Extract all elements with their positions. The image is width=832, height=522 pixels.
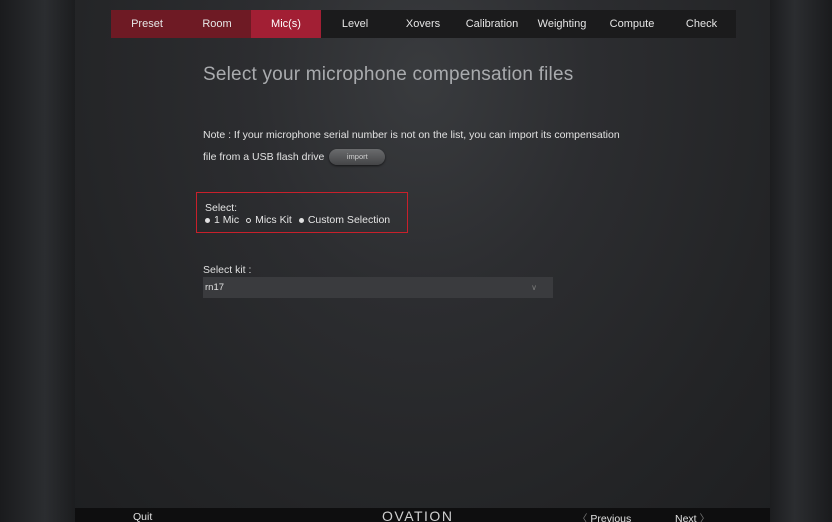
- radio-dot-icon: [246, 218, 252, 223]
- mic-mode-radio-group: 1 Mic Mics Kit Custom Selection: [205, 214, 407, 227]
- chevron-down-icon: ∨: [531, 283, 537, 292]
- note-line-1: Note : If your microphone serial number …: [203, 129, 620, 141]
- select-label: Select:: [205, 202, 238, 214]
- previous-label: Previous: [590, 513, 632, 522]
- quit-button[interactable]: Quit: [133, 511, 152, 522]
- tab-label: Preset: [131, 18, 163, 30]
- tab-check[interactable]: Check: [667, 10, 736, 38]
- note-line-2: file from a USB flash drive import: [203, 146, 673, 168]
- tab-label: Xovers: [405, 18, 441, 30]
- radio-custom-selection[interactable]: Custom Selection: [298, 214, 391, 227]
- tab-label: Check: [685, 18, 718, 30]
- radio-dot-icon: [298, 218, 304, 223]
- import-button[interactable]: import: [329, 149, 386, 166]
- radio-label: 1 Mic: [214, 214, 240, 226]
- main-panel: Preset Room Mic(s) Level Xovers Calibrat…: [75, 0, 770, 522]
- tab-weighting[interactable]: Weighting: [527, 10, 597, 38]
- tab-xovers[interactable]: Xovers: [389, 10, 457, 38]
- tab-label: Level: [341, 18, 369, 30]
- next-label: Next: [675, 513, 697, 522]
- kit-dropdown-value: rn17: [205, 282, 225, 293]
- mic-mode-selection: Select: 1 Mic Mics Kit Custom Selection: [196, 192, 408, 233]
- tab-calibration[interactable]: Calibration: [457, 10, 527, 38]
- radio-label: Mics Kit: [255, 214, 292, 226]
- tab-preset[interactable]: Preset: [111, 10, 183, 38]
- chevron-left-icon: 〈: [577, 513, 588, 522]
- tab-room[interactable]: Room: [183, 10, 251, 38]
- page-title: Select your microphone compensation file…: [203, 64, 574, 85]
- tab-level[interactable]: Level: [321, 10, 389, 38]
- tab-label: Compute: [609, 18, 655, 30]
- tab-mics[interactable]: Mic(s): [251, 10, 321, 38]
- step-tab-bar: Preset Room Mic(s) Level Xovers Calibrat…: [111, 10, 736, 38]
- tab-compute[interactable]: Compute: [597, 10, 667, 38]
- right-side-panel: [770, 0, 832, 522]
- next-button[interactable]: Next 〉: [675, 511, 710, 522]
- previous-button[interactable]: 〈 Previous: [577, 511, 631, 522]
- select-kit-label: Select kit :: [203, 264, 252, 276]
- import-note: Note : If your microphone serial number …: [203, 124, 673, 168]
- chevron-right-icon: 〉: [699, 513, 711, 522]
- radio-1-mic[interactable]: 1 Mic: [205, 214, 239, 227]
- tab-label: Room: [202, 18, 232, 30]
- left-side-panel: [0, 0, 75, 522]
- tab-label: Mic(s): [271, 18, 301, 30]
- ovation-logo: OVATION: [382, 508, 454, 522]
- radio-mics-kit[interactable]: Mics Kit: [246, 214, 292, 227]
- note-line-2-text: file from a USB flash drive: [203, 151, 325, 163]
- radio-dot-icon: [205, 218, 210, 223]
- kit-dropdown[interactable]: rn17 ∨: [203, 277, 553, 298]
- tab-label: Weighting: [537, 18, 587, 30]
- tab-label: Calibration: [465, 18, 519, 30]
- footer-bar: Quit OVATION 〈 Previous Next 〉: [75, 508, 770, 522]
- radio-label: Custom Selection: [307, 214, 391, 226]
